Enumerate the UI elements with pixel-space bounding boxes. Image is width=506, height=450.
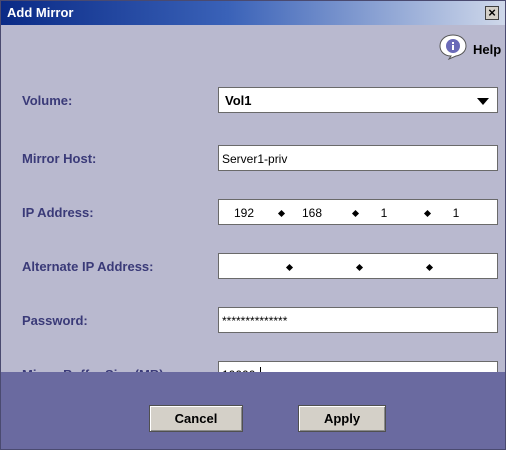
volume-label: Volume: bbox=[22, 93, 73, 108]
help-link[interactable]: Help bbox=[473, 42, 501, 57]
password-label: Password: bbox=[22, 313, 88, 328]
alternate-ip-label: Alternate IP Address: bbox=[22, 259, 154, 274]
mirror-form: Volume: Vol1 Mirror Host: Server1-priv I… bbox=[1, 71, 505, 387]
ip-separator-dot bbox=[277, 209, 286, 218]
password-row: Password: ************** bbox=[1, 307, 505, 337]
ip-separator-dot bbox=[425, 263, 434, 272]
window-title: Add Mirror bbox=[7, 5, 74, 20]
alternate-ip-row: Alternate IP Address: bbox=[1, 253, 505, 283]
ip-octet-1[interactable]: 192 bbox=[227, 206, 261, 220]
volume-value: Vol1 bbox=[225, 93, 252, 108]
ip-octet-2[interactable]: 168 bbox=[295, 206, 329, 220]
title-bar[interactable]: Add Mirror × bbox=[1, 1, 505, 25]
ip-address-row: IP Address: 192 168 1 1 bbox=[1, 199, 505, 229]
button-bar: Cancel Apply bbox=[1, 372, 505, 449]
ip-octet-4[interactable]: 1 bbox=[439, 206, 473, 220]
ip-separator-dot bbox=[351, 209, 360, 218]
mirror-host-label: Mirror Host: bbox=[22, 151, 97, 166]
ip-separator-dot bbox=[285, 263, 294, 272]
ip-address-label: IP Address: bbox=[22, 205, 94, 220]
mirror-host-row: Mirror Host: Server1-priv bbox=[1, 145, 505, 175]
mirror-host-value: Server1-priv bbox=[222, 152, 288, 166]
close-button[interactable]: × bbox=[485, 6, 499, 20]
apply-button[interactable]: Apply bbox=[298, 405, 386, 432]
alternate-ip-input[interactable] bbox=[218, 253, 498, 279]
volume-row: Volume: Vol1 bbox=[1, 87, 505, 117]
password-input[interactable]: ************** bbox=[218, 307, 498, 333]
ip-octet-3[interactable]: 1 bbox=[367, 206, 401, 220]
ip-separator-dot bbox=[423, 209, 432, 218]
ip-address-input[interactable]: 192 168 1 1 bbox=[218, 199, 498, 225]
password-value: ************** bbox=[222, 314, 288, 328]
ip-separator-dot bbox=[355, 263, 364, 272]
cancel-button[interactable]: Cancel bbox=[149, 405, 243, 432]
mirror-host-input[interactable]: Server1-priv bbox=[218, 145, 498, 171]
add-mirror-dialog: Add Mirror × Help Volume: Vol1 Mirror Ho… bbox=[0, 0, 506, 450]
help-bar: Help bbox=[1, 25, 505, 71]
help-balloon-icon[interactable] bbox=[439, 34, 467, 65]
volume-select[interactable]: Vol1 bbox=[218, 87, 498, 113]
dropdown-arrow-icon[interactable] bbox=[477, 98, 489, 105]
